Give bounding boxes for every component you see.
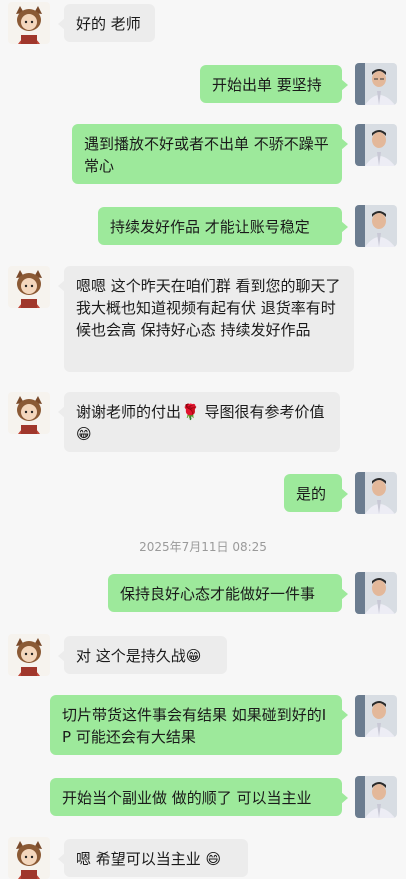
message-row: 对 这个是持久战😁 (0, 634, 406, 676)
message-bubble[interactable]: 遇到播放不好或者不出单 不骄不躁平常心 (72, 124, 348, 184)
message-bubble[interactable]: 持续发好作品 才能让账号稳定 (98, 207, 348, 245)
message-bubble[interactable]: 好的 老师 (58, 4, 155, 42)
girl-avatar-icon[interactable] (8, 2, 50, 44)
message-bubble[interactable]: 保持良好心态才能做好一件事 (108, 574, 348, 612)
message-row: 开始当个副业做 做的顺了 可以当主业 (0, 776, 406, 818)
man-avatar-icon[interactable] (355, 472, 397, 514)
man-avatar-icon[interactable] (355, 572, 397, 614)
man-avatar-icon[interactable] (355, 205, 397, 247)
message-row: 切片带货这件事会有结果 如果碰到好的IP 可能还会有大结果 (0, 695, 406, 755)
message-row: 是的 (0, 472, 406, 514)
message-bubble[interactable]: 开始出单 要坚持 (200, 65, 348, 103)
message-row: 持续发好作品 才能让账号稳定 (0, 205, 406, 247)
message-bubble[interactable]: 对 这个是持久战😁 (58, 636, 227, 674)
girl-avatar-icon[interactable] (8, 266, 50, 308)
girl-avatar-icon[interactable] (8, 392, 50, 434)
message-row: 嗯嗯 这个昨天在咱们群 看到您的聊天了 我大概也知道视频有起有伏 退货率有时候也… (0, 266, 406, 372)
message-bubble[interactable]: 谢谢老师的付出🌹 导图很有参考价值😁 (58, 392, 340, 452)
message-bubble[interactable]: 嗯 希望可以当主业 😄 (58, 839, 248, 877)
message-bubble[interactable]: 嗯嗯 这个昨天在咱们群 看到您的聊天了 我大概也知道视频有起有伏 退货率有时候也… (58, 266, 354, 372)
man-avatar-icon[interactable] (355, 124, 397, 166)
girl-avatar-icon[interactable] (8, 634, 50, 676)
message-row: 遇到播放不好或者不出单 不骄不躁平常心 (0, 124, 406, 184)
message-row: 嗯 希望可以当主业 😄 (0, 837, 406, 879)
message-bubble[interactable]: 切片带货这件事会有结果 如果碰到好的IP 可能还会有大结果 (50, 695, 348, 755)
message-bubble[interactable]: 是的 (284, 474, 348, 512)
girl-avatar-icon[interactable] (8, 837, 50, 879)
message-row: 好的 老师 (0, 2, 406, 44)
message-bubble[interactable]: 开始当个副业做 做的顺了 可以当主业 (50, 778, 348, 816)
message-row: 开始出单 要坚持 (0, 63, 406, 105)
message-row: 保持良好心态才能做好一件事 (0, 572, 406, 614)
timestamp: 2025年7月11日 08:25 (139, 540, 267, 554)
man-avatar-icon[interactable] (355, 695, 397, 737)
man-avatar-icon[interactable] (355, 63, 397, 105)
message-row: 谢谢老师的付出🌹 导图很有参考价值😁 (0, 392, 406, 452)
chat-view: 好的 老师 开始出单 要坚持 遇到播放不好或者不出单 不骄不躁平常心 持续发好作… (0, 0, 406, 879)
man-avatar-icon[interactable] (355, 776, 397, 818)
